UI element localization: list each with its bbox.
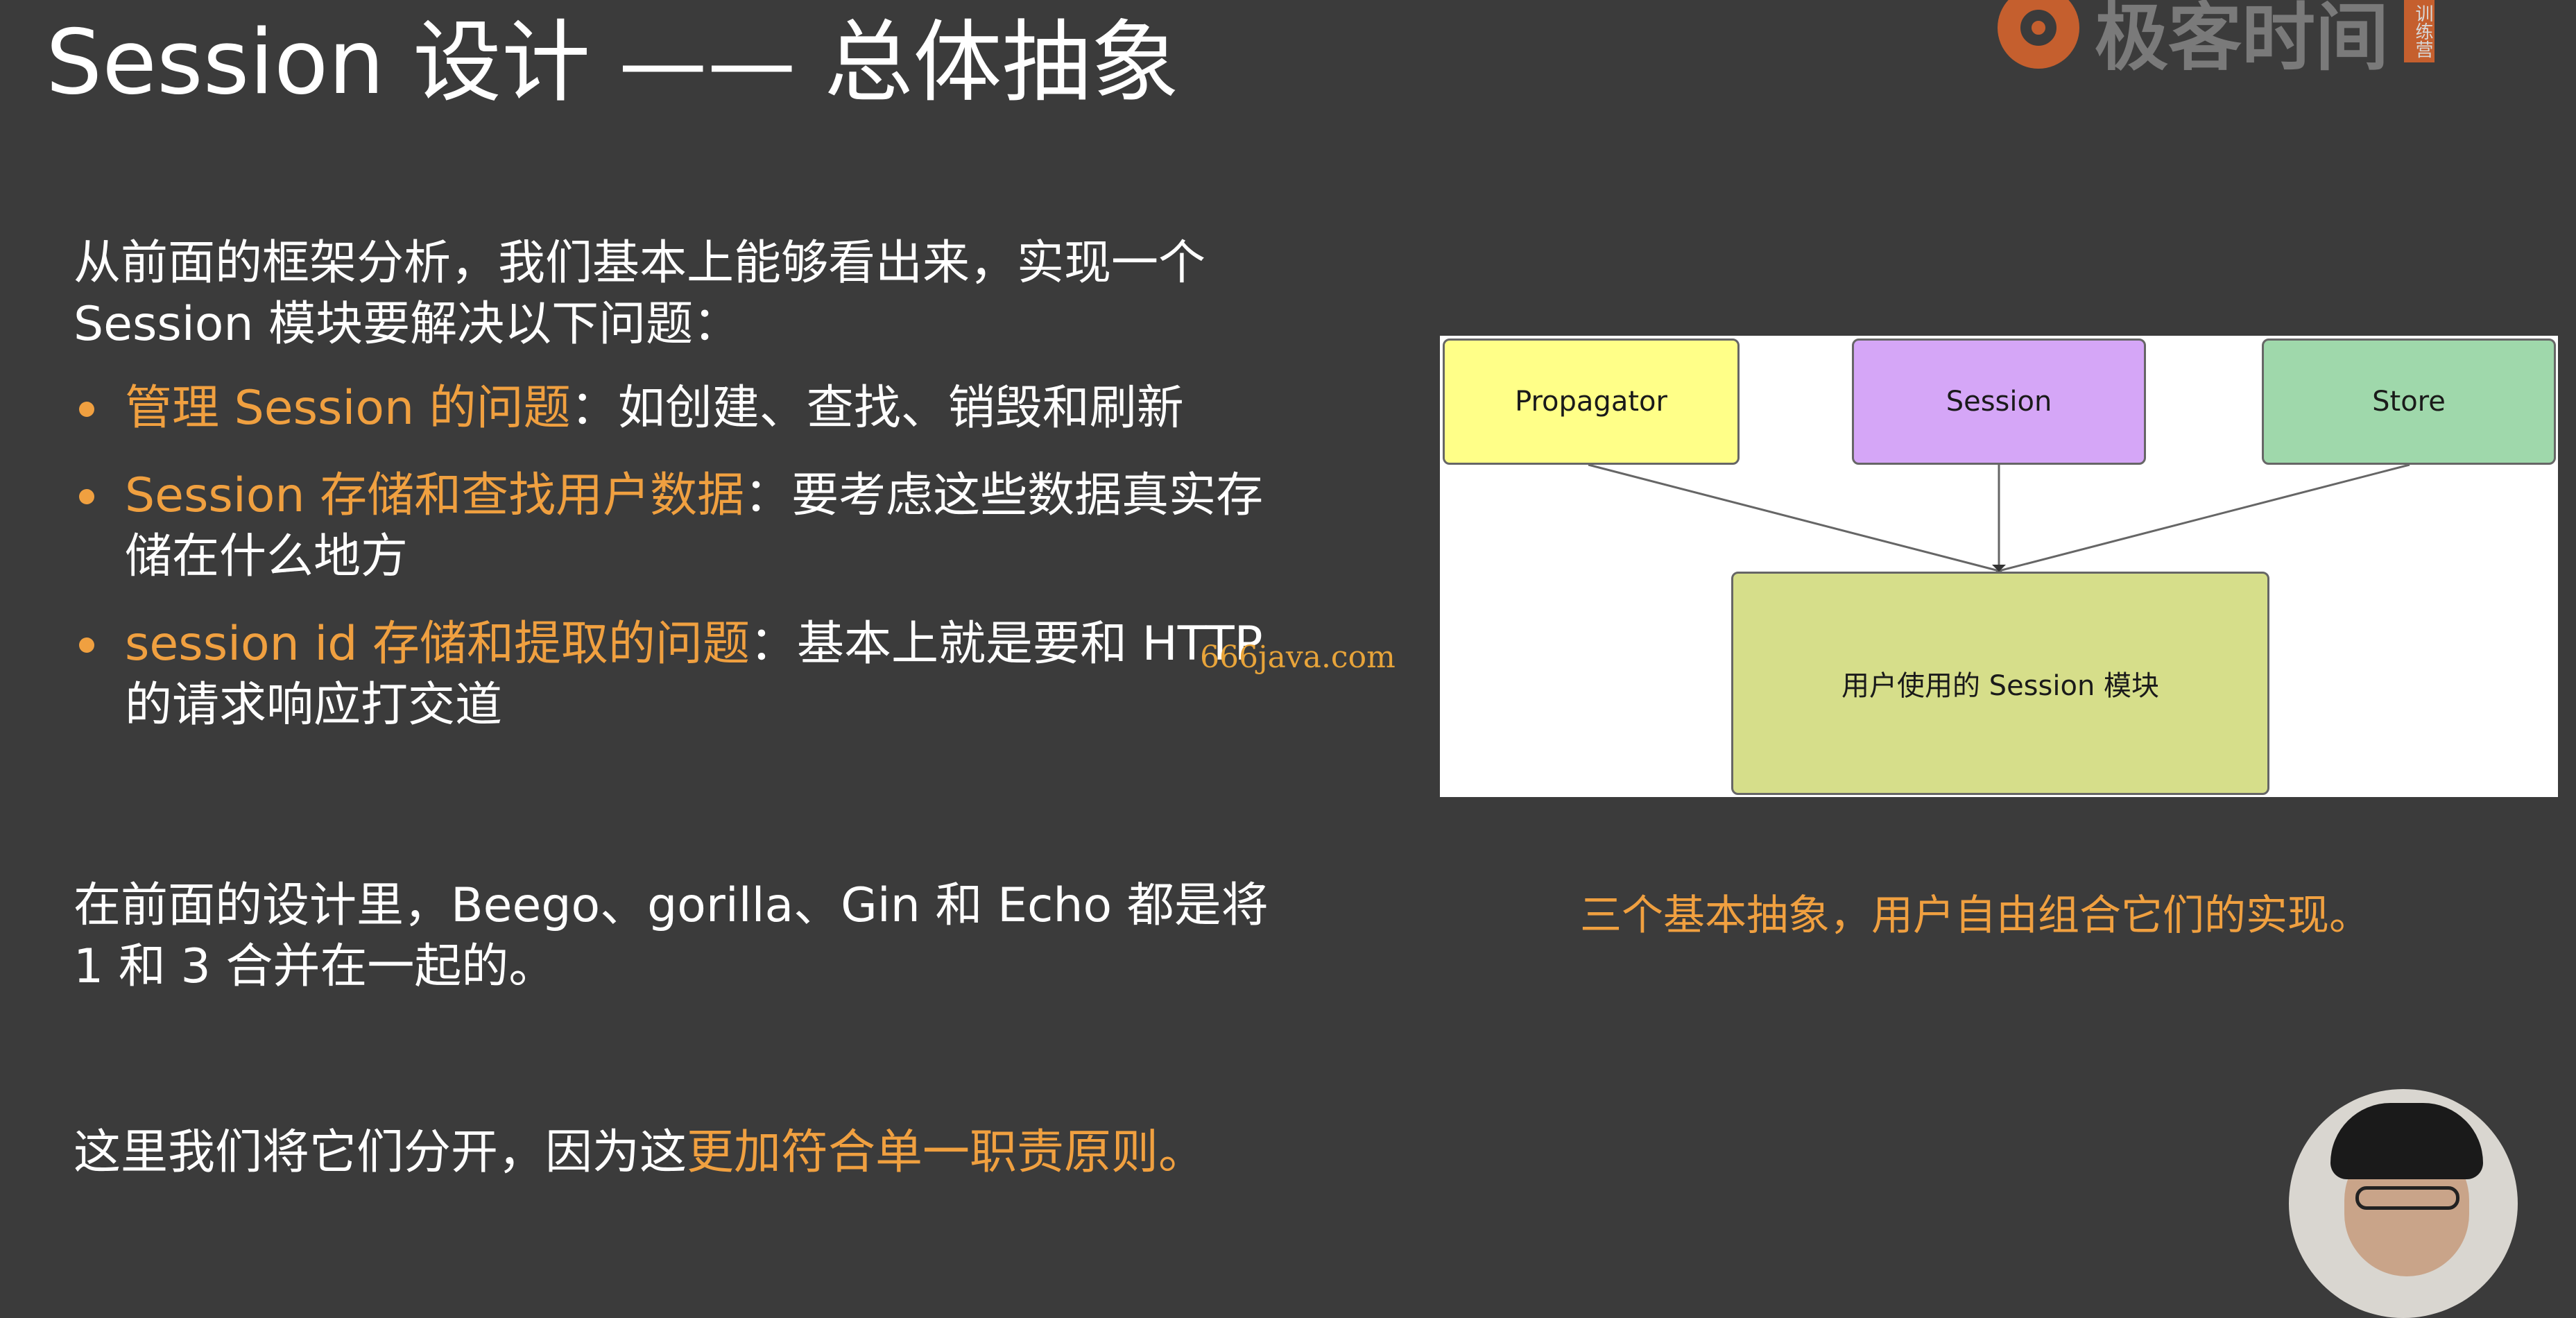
diagram-caption: 三个基本抽象，用户自由组合它们的实现。	[1580, 891, 2371, 940]
bullet-highlight: 管理 Session 的问题	[125, 381, 571, 436]
note-line-2: 1 和 3 合并在一起的。	[74, 939, 556, 994]
session-module-box: 用户使用的 Session 模块	[1731, 572, 2269, 795]
abstraction-diagram: Propagator Session Store 用户使用的 Session 模…	[1440, 336, 2558, 797]
logo-text: 极客时间	[2095, 0, 2389, 80]
conclusion-paragraph: 这里我们将它们分开，因为这更加符合单一职责原则。	[74, 1122, 1205, 1183]
bullet-text-continued: 的请求响应打交道	[125, 678, 503, 733]
bullet-dot-icon	[79, 402, 94, 417]
bullet-dot-icon	[79, 637, 94, 653]
session-box: Session	[1852, 339, 2146, 465]
problem-list: 管理 Session 的问题：如创建、查找、销毁和刷新 Session 存储和查…	[74, 378, 1377, 762]
bullet-highlight: Session 存储和查找用户数据	[125, 468, 745, 523]
intro-line-2: Session 模块要解决以下问题：	[74, 297, 741, 352]
slide-title: Session 设计 —— 总体抽象	[46, 11, 1180, 114]
logo: 极客时间 训练营	[1998, 0, 2435, 80]
connector-store	[1995, 463, 2410, 573]
store-box: Store	[2262, 339, 2556, 465]
watermark: 666java.com	[1200, 640, 1396, 675]
note-paragraph: 在前面的设计里，Beego、gorilla、Gin 和 Echo 都是将 1 和…	[74, 875, 1269, 998]
bullet-dot-icon	[79, 489, 94, 504]
list-item: session id 存储和提取的问题：基本上就是要和 HTTP 的请求响应打交…	[74, 614, 1377, 736]
bullet-text: ：要考虑这些数据真实存	[744, 468, 1264, 523]
list-item: Session 存储和查找用户数据：要考虑这些数据真实存 储在什么地方	[74, 465, 1377, 588]
intro-paragraph: 从前面的框架分析，我们基本上能够看出来，实现一个 Session 模块要解决以下…	[74, 233, 1205, 355]
logo-badge: 训练营	[2404, 0, 2435, 62]
list-item: 管理 Session 的问题：如创建、查找、销毁和刷新	[74, 378, 1377, 439]
bullet-text: ：基本上就是要和 HTTP	[750, 617, 1263, 671]
conclusion-highlight: 更加符合单一职责原则。	[687, 1125, 1206, 1180]
propagator-box: Propagator	[1443, 339, 1740, 465]
bullet-text: ：如创建、查找、销毁和刷新	[570, 381, 1184, 436]
presenter-avatar	[2289, 1089, 2518, 1318]
bullet-highlight: session id 存储和提取的问题	[125, 617, 750, 671]
connector-propagator	[1588, 463, 2002, 573]
bullet-text-continued: 储在什么地方	[125, 529, 409, 584]
logo-mark-icon	[1998, 0, 2079, 69]
conclusion-text: 这里我们将它们分开，因为这	[74, 1125, 687, 1180]
note-line-1: 在前面的设计里，Beego、gorilla、Gin 和 Echo 都是将	[74, 878, 1269, 933]
intro-line-1: 从前面的框架分析，我们基本上能够看出来，实现一个	[74, 236, 1206, 291]
